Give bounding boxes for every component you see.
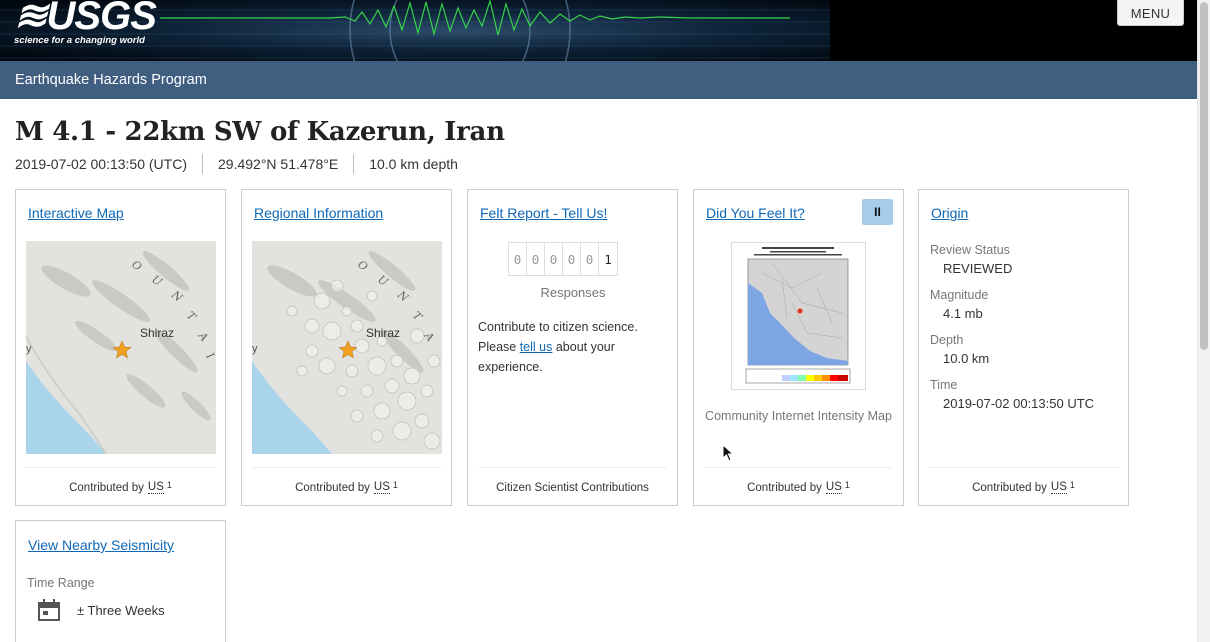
event-time: 2019-07-02 00:13:50 (UTC) [15,156,187,172]
regional-map-thumbnail[interactable]: O U N T A y Shiraz [252,241,442,454]
origin-card: Origin Review Status REVIEWED Magnitude … [918,189,1129,506]
event-summary: 2019-07-02 00:13:50 (UTC) 29.492°N 51.47… [15,154,458,174]
counter-digit: 0 [545,243,563,275]
felt-report-card: Felt Report - Tell Us! 0 0 0 0 0 1 Respo… [467,189,678,506]
program-bar: Earthquake Hazards Program [0,61,1197,99]
contributed-by-label: Contributed by [747,481,822,494]
time-range-value: ± Three Weeks [77,603,165,618]
card-footer: Contributed by US 1 [252,467,441,505]
intensity-map-thumbnail[interactable] [731,242,866,390]
card-footer: Contributed by US 1 [26,467,215,505]
felt-report-link[interactable]: Felt Report - Tell Us! [480,205,607,221]
contributed-by-label: Contributed by [972,481,1047,494]
response-counter: 0 0 0 0 0 1 [508,242,618,276]
contributed-by-label: Contributed by [69,481,144,494]
event-depth: 10.0 km depth [369,156,458,172]
felt-report-description: Contribute to citizen science. Please te… [478,317,668,377]
regional-info-link[interactable]: Regional Information [254,205,383,221]
contributed-by-label: Contributed by [295,481,370,494]
nearby-seismicity-card: View Nearby Seismicity Time Range ± Thre… [15,520,226,642]
counter-digit: 0 [581,243,599,275]
usgs-tagline: science for a changing world [14,35,145,46]
depth-label: Depth [930,333,964,347]
mouse-cursor-icon [722,444,734,462]
interactive-map-thumbnail[interactable]: O U N T A I y Shiraz [26,241,216,454]
footnote-marker[interactable]: 1 [1070,480,1075,490]
time-range-label: Time Range [27,576,95,590]
event-location: 29.492°N 51.478°E [218,156,339,172]
usgs-wordmark: ≋USGS [14,0,157,38]
scrollbar-thumb[interactable] [1200,2,1208,350]
card-footer: Citizen Scientist Contributions [478,467,667,505]
counter-digit: 1 [604,251,612,267]
card-footer: Contributed by US 1 [704,467,893,505]
tell-us-link[interactable]: tell us [520,340,553,354]
footnote-marker[interactable]: 1 [167,480,172,490]
map-city-label: Shiraz [366,326,401,340]
regional-info-card: Regional Information O U N T A y Shiraz … [241,189,452,506]
svg-text:y: y [252,343,258,355]
divider [353,154,355,174]
counter-digit: 0 [563,243,581,275]
magnitude-label: Magnitude [930,288,989,302]
page-title: M 4.1 - 22km SW of Kazerun, Iran [15,117,505,147]
menu-button[interactable]: MENU [1117,0,1184,26]
pause-button[interactable]: II [862,199,893,225]
page-scrollbar[interactable] [1197,0,1210,642]
origin-link[interactable]: Origin [931,205,968,221]
interactive-map-card: Interactive Map O U N T A I y Shiraz Con… [15,189,226,506]
contributor-us[interactable]: US [373,481,390,494]
origin-details: Review Status REVIEWED Magnitude 4.1 mb … [930,243,1130,423]
contributor-us[interactable]: US [825,481,842,494]
counter-digit: 0 [527,243,545,275]
site-header: ≋USGS science for a changing world MENU [0,0,1197,61]
calendar-icon [38,599,60,621]
time-value: 2019-07-02 00:13:50 UTC [943,396,1095,411]
dyfi-link[interactable]: Did You Feel It? [706,205,805,221]
interactive-map-link[interactable]: Interactive Map [28,205,124,221]
footnote-marker[interactable]: 1 [393,480,398,490]
responses-label: Responses [540,285,606,300]
review-status-label: Review Status [930,243,1010,257]
nearby-seismicity-link[interactable]: View Nearby Seismicity [28,537,174,553]
depth-value: 10.0 km [943,351,990,366]
citizen-contributions-label: Citizen Scientist Contributions [496,481,649,494]
contributor-us[interactable]: US [1050,481,1067,494]
card-footer: Contributed by US 1 [929,467,1118,505]
program-name[interactable]: Earthquake Hazards Program [15,72,207,88]
footnote-marker[interactable]: 1 [845,480,850,490]
divider [202,154,203,174]
counter-digit: 0 [509,243,527,275]
review-status-value: REVIEWED [943,261,1013,276]
svg-text:y: y [26,343,32,355]
contributor-us[interactable]: US [147,481,164,494]
time-label: Time [930,378,958,392]
map-city-label: Shiraz [140,326,175,340]
dyfi-map-caption: Community Internet Intensity Map [705,409,892,423]
magnitude-value: 4.1 mb [943,306,983,321]
usgs-logo[interactable]: ≋USGS science for a changing world [14,0,157,46]
